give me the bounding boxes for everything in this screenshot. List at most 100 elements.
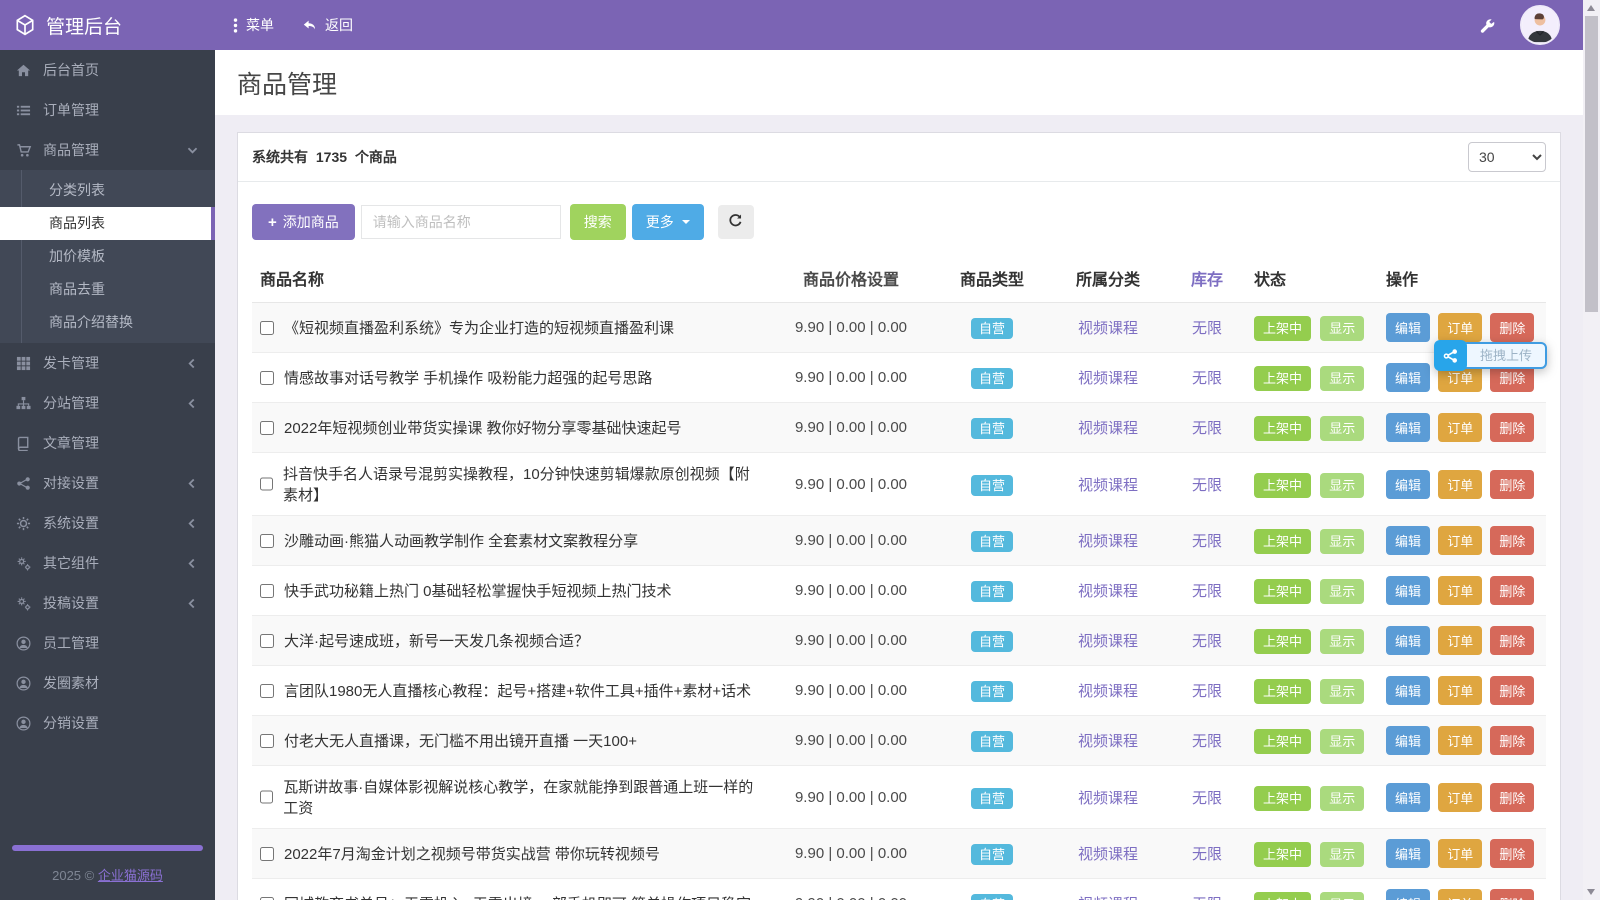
sidebar-item[interactable]: 系统设置 xyxy=(0,503,215,543)
sidebar-item[interactable]: 分站管理 xyxy=(0,383,215,423)
sidebar-item[interactable]: 订单管理 xyxy=(0,90,215,130)
order-button[interactable]: 订单 xyxy=(1438,313,1483,342)
delete-button[interactable]: 删除 xyxy=(1490,676,1535,705)
status-on-badge[interactable]: 上架中 xyxy=(1254,842,1312,867)
row-checkbox[interactable] xyxy=(260,896,274,900)
category-link[interactable]: 视频课程 xyxy=(1078,790,1138,807)
row-checkbox[interactable] xyxy=(260,846,274,861)
delete-button[interactable]: 删除 xyxy=(1490,313,1535,342)
delete-button[interactable]: 删除 xyxy=(1490,889,1535,900)
scroll-down-arrow-icon[interactable] xyxy=(1587,889,1595,895)
delete-button[interactable]: 删除 xyxy=(1490,413,1535,442)
status-show-badge[interactable]: 显示 xyxy=(1320,529,1365,554)
category-link[interactable]: 视频课程 xyxy=(1078,477,1138,494)
status-on-badge[interactable]: 上架中 xyxy=(1254,472,1312,498)
edit-button[interactable]: 编辑 xyxy=(1386,889,1431,900)
scrollbar-thumb[interactable] xyxy=(1585,16,1598,312)
status-on-badge[interactable]: 上架中 xyxy=(1254,366,1312,391)
category-link[interactable]: 视频课程 xyxy=(1078,633,1138,650)
order-button[interactable]: 订单 xyxy=(1438,782,1483,812)
status-on-badge[interactable]: 上架中 xyxy=(1254,729,1312,754)
category-link[interactable]: 视频课程 xyxy=(1078,533,1138,550)
sidebar-item[interactable]: 其它组件 xyxy=(0,543,215,583)
category-link[interactable]: 视频课程 xyxy=(1078,846,1138,863)
status-show-badge[interactable]: 显示 xyxy=(1320,729,1365,754)
user-avatar[interactable] xyxy=(1520,5,1560,45)
status-show-badge[interactable]: 显示 xyxy=(1320,416,1365,441)
edit-button[interactable]: 编辑 xyxy=(1386,839,1431,868)
search-input[interactable] xyxy=(360,205,561,239)
app-brand[interactable]: 管理后台 xyxy=(0,12,215,39)
category-link[interactable]: 视频课程 xyxy=(1078,683,1138,700)
delete-button[interactable]: 删除 xyxy=(1490,469,1535,499)
sidebar-subitem[interactable]: 商品介绍替换 xyxy=(0,306,215,339)
order-button[interactable]: 订单 xyxy=(1438,889,1483,900)
status-on-badge[interactable]: 上架中 xyxy=(1254,316,1312,341)
sidebar-item[interactable]: 文章管理 xyxy=(0,423,215,463)
row-checkbox[interactable] xyxy=(260,533,274,548)
netdisk-share-icon[interactable] xyxy=(1434,340,1467,371)
vertical-scrollbar[interactable] xyxy=(1583,0,1600,900)
status-show-badge[interactable]: 显示 xyxy=(1320,629,1365,654)
sidebar-item[interactable]: 发圈素材 xyxy=(0,663,215,703)
edit-button[interactable]: 编辑 xyxy=(1386,676,1431,705)
sidebar-item[interactable]: 发卡管理 xyxy=(0,343,215,383)
sidebar-subitem[interactable]: 商品列表 xyxy=(0,207,215,240)
status-on-badge[interactable]: 上架中 xyxy=(1254,579,1312,604)
order-button[interactable]: 订单 xyxy=(1438,626,1483,655)
edit-button[interactable]: 编辑 xyxy=(1386,313,1431,342)
delete-button[interactable]: 删除 xyxy=(1490,782,1535,812)
status-on-badge[interactable]: 上架中 xyxy=(1254,679,1312,704)
delete-button[interactable]: 删除 xyxy=(1490,576,1535,605)
edit-button[interactable]: 编辑 xyxy=(1386,576,1431,605)
sidebar-item[interactable]: 商品管理 xyxy=(0,130,215,170)
row-checkbox[interactable] xyxy=(260,633,274,648)
category-link[interactable]: 视频课程 xyxy=(1078,733,1138,750)
delete-button[interactable]: 删除 xyxy=(1490,526,1535,555)
status-show-badge[interactable]: 显示 xyxy=(1320,785,1365,811)
order-button[interactable]: 订单 xyxy=(1438,726,1483,755)
edit-button[interactable]: 编辑 xyxy=(1386,413,1431,442)
status-on-badge[interactable]: 上架中 xyxy=(1254,416,1312,441)
delete-button[interactable]: 删除 xyxy=(1490,839,1535,868)
row-checkbox[interactable] xyxy=(260,683,274,698)
category-link[interactable]: 视频课程 xyxy=(1078,896,1138,900)
row-checkbox[interactable] xyxy=(260,583,274,598)
sidebar-subitem[interactable]: 加价模板 xyxy=(0,240,215,273)
wrench-settings-icon[interactable] xyxy=(1479,17,1496,34)
refresh-button[interactable] xyxy=(717,205,754,239)
menu-button[interactable]: 菜单 xyxy=(233,15,274,35)
order-button[interactable]: 订单 xyxy=(1438,413,1483,442)
edit-button[interactable]: 编辑 xyxy=(1386,626,1431,655)
sidebar-subitem[interactable]: 商品去重 xyxy=(0,273,215,306)
status-show-badge[interactable]: 显示 xyxy=(1320,842,1365,867)
search-button[interactable]: 搜索 xyxy=(569,204,626,240)
status-on-badge[interactable]: 上架中 xyxy=(1254,529,1312,554)
row-checkbox[interactable] xyxy=(260,420,274,435)
status-show-badge[interactable]: 显示 xyxy=(1320,679,1365,704)
more-button[interactable]: 更多 xyxy=(631,204,704,240)
sidebar-item[interactable]: 对接设置 xyxy=(0,463,215,503)
scroll-up-arrow-icon[interactable] xyxy=(1587,5,1595,11)
order-button[interactable]: 订单 xyxy=(1438,526,1483,555)
delete-button[interactable]: 删除 xyxy=(1490,726,1535,755)
edit-button[interactable]: 编辑 xyxy=(1386,726,1431,755)
order-button[interactable]: 订单 xyxy=(1438,839,1483,868)
edit-button[interactable]: 编辑 xyxy=(1386,526,1431,555)
status-show-badge[interactable]: 显示 xyxy=(1320,892,1365,900)
category-link[interactable]: 视频课程 xyxy=(1078,320,1138,337)
status-show-badge[interactable]: 显示 xyxy=(1320,316,1365,341)
sidebar-item[interactable]: 分销设置 xyxy=(0,703,215,743)
edit-button[interactable]: 编辑 xyxy=(1386,363,1431,392)
drag-upload-label[interactable]: 拖拽上传 xyxy=(1461,342,1548,369)
add-product-button[interactable]: + 添加商品 xyxy=(252,204,355,240)
sidebar-item[interactable]: 投稿设置 xyxy=(0,583,215,623)
category-link[interactable]: 视频课程 xyxy=(1078,583,1138,600)
back-button[interactable]: 返回 xyxy=(302,15,353,35)
row-checkbox[interactable] xyxy=(260,370,274,385)
order-button[interactable]: 订单 xyxy=(1438,576,1483,605)
copyright-link[interactable]: 企业猫源码 xyxy=(98,868,163,883)
sidebar-subitem[interactable]: 分类列表 xyxy=(0,174,215,207)
status-show-badge[interactable]: 显示 xyxy=(1320,579,1365,604)
edit-button[interactable]: 编辑 xyxy=(1386,469,1431,499)
